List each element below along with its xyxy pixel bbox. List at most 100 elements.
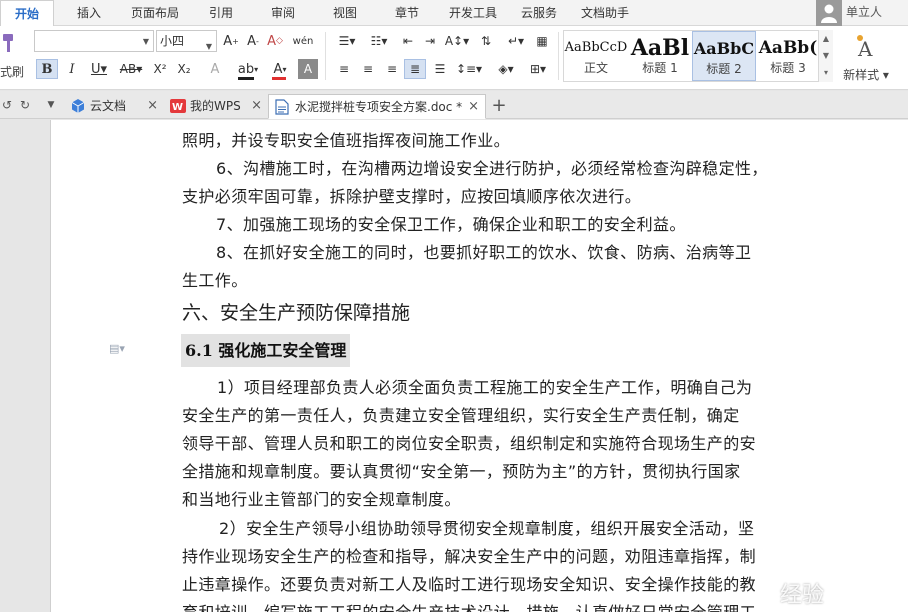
paragraph-line: 和当地行业主管部门的安全规章制度。: [182, 490, 461, 509]
menu-tab-page-layout[interactable]: 页面布局: [122, 0, 188, 26]
align-right-icon[interactable]: ≡: [382, 59, 402, 79]
menu-tab-insert[interactable]: 插入: [64, 0, 114, 26]
user-avatar-icon[interactable]: [816, 0, 842, 26]
table-border-icon[interactable]: ▦: [532, 31, 552, 51]
section-heading: 六、安全生产预防保障措施: [182, 302, 411, 324]
tab-title: 我的WPS: [190, 99, 241, 113]
style-gallery: AaBbCcD 正文 AaBl 标题 1 AaBbC 标题 2 AaBb( 标题…: [563, 30, 833, 82]
decrease-indent-icon[interactable]: ⇤: [398, 31, 418, 51]
highlight-color-button[interactable]: ab ▾: [234, 59, 262, 80]
font-name-select[interactable]: ▼: [34, 30, 154, 52]
font-size-value: 小四: [160, 34, 185, 48]
menu-tab-chapter[interactable]: 章节: [382, 0, 432, 26]
svg-text:W: W: [172, 102, 183, 113]
paragraph-line: 7、加强施工现场的安全保卫工作，确保企业和职工的安全利益。: [216, 215, 686, 234]
expand-gallery-icon[interactable]: ▾: [819, 64, 833, 81]
chevron-down-icon[interactable]: ▼: [819, 47, 833, 64]
wps-logo-icon: W: [170, 99, 186, 113]
tab-list-dropdown-icon[interactable]: ▼: [44, 95, 58, 115]
new-tab-button[interactable]: +: [490, 95, 508, 116]
cloud-docs-icon: [71, 99, 85, 113]
style-heading-2[interactable]: AaBbC 标题 2: [692, 31, 756, 81]
bullet-list-icon[interactable]: ☰▾: [332, 31, 362, 51]
style-normal[interactable]: AaBbCcD 正文: [564, 31, 628, 81]
menu-tab-review[interactable]: 审阅: [258, 0, 308, 26]
paragraph-line: 2）安全生产领导小组协助领导贯彻安全规章制度，组织开展安全活动，坚: [219, 519, 755, 538]
style-label: 标题 3: [770, 61, 806, 75]
paragraph-line: 8、在抓好安全施工的同时，也要抓好职工的饮水、饮食、防病、治病等卫: [216, 243, 752, 262]
tab-title: 云文档: [90, 99, 127, 113]
paragraph-line: 1）项目经理部负责人必须全面负责工程施工的安全生产工作，明确自己为: [217, 378, 753, 397]
style-heading-1[interactable]: AaBl 标题 1: [628, 31, 692, 81]
numbered-list-icon[interactable]: ☷▾: [364, 31, 394, 51]
clear-format-icon[interactable]: A ◇: [266, 31, 284, 51]
document-workspace[interactable]: 照明，并设专职安全值班指挥夜间施工作业。 6、沟槽施工时，在沟槽两边增设安全进行…: [0, 120, 908, 612]
border-icon[interactable]: ⊞▾: [524, 59, 552, 79]
format-painter-icon[interactable]: [0, 30, 16, 56]
character-shading-icon[interactable]: A: [298, 59, 318, 79]
document-file-icon: [275, 99, 289, 115]
distributed-align-icon[interactable]: ☰: [430, 59, 450, 79]
menu-tab-developer[interactable]: 开发工具: [442, 0, 504, 26]
menu-bar: 开始 插入 页面布局 引用 审阅 视图 章节 开发工具 云服务 文档助手 单立人: [0, 0, 908, 27]
font-size-select[interactable]: 小四 ▼: [156, 30, 217, 52]
style-label: 正文: [583, 61, 608, 75]
show-marks-icon[interactable]: ↵▾: [504, 31, 528, 51]
shrink-font-icon[interactable]: A-: [244, 31, 262, 51]
subsection-heading: 6.1 强化施工安全管理: [181, 334, 351, 367]
paragraph-line: 安全生产的第一责任人，负责建立安全管理组织，实行安全生产责任制，确定: [182, 406, 740, 425]
chinese-layout-icon[interactable]: A↕▾: [444, 31, 470, 51]
user-name[interactable]: 单立人: [846, 0, 882, 26]
menu-tab-doc-assistant[interactable]: 文档助手: [574, 0, 636, 26]
bold-button[interactable]: B: [36, 59, 58, 79]
align-left-icon[interactable]: ≡: [334, 59, 354, 79]
increase-indent-icon[interactable]: ⇥: [420, 31, 440, 51]
style-gallery-scroll[interactable]: ▲ ▼ ▾: [818, 30, 833, 82]
chevron-up-icon[interactable]: ▲: [819, 30, 833, 47]
grow-font-icon[interactable]: A +: [222, 31, 240, 51]
style-label: 标题 1: [642, 61, 678, 75]
italic-button[interactable]: I: [62, 59, 82, 79]
paragraph-layout-icon[interactable]: ▤▾: [109, 342, 125, 355]
tab-active-document[interactable]: 水泥搅拌桩专项安全方案.doc * ×: [268, 94, 486, 119]
chevron-down-icon: ▼: [142, 37, 149, 46]
undo-icon[interactable]: ↺: [0, 95, 14, 115]
text-effect-icon[interactable]: A: [204, 59, 226, 79]
align-center-icon[interactable]: ≡: [358, 59, 378, 79]
superscript-button[interactable]: X²: [150, 59, 170, 79]
redo-icon[interactable]: ↻: [18, 95, 32, 115]
subscript-button[interactable]: X₂: [174, 59, 194, 79]
paragraph-line: 育和培训，编写施工工程的安全生产技术设计、措施，认真做好日常安全管理工: [182, 599, 756, 612]
justify-icon[interactable]: ≣: [404, 59, 426, 79]
menu-tab-view[interactable]: 视图: [320, 0, 370, 26]
phonetic-guide-icon[interactable]: wén: [290, 31, 316, 51]
paragraph-line: 6、沟槽施工时，在沟槽两边增设安全进行防护，必须经常检查沟辟稳定性，: [216, 159, 768, 178]
paragraph-line: 照明，并设专职安全值班指挥夜间施工作业。: [182, 131, 511, 150]
menu-tab-home[interactable]: 开始: [0, 0, 54, 27]
divider: [325, 32, 326, 80]
close-icon[interactable]: ×: [251, 94, 262, 118]
style-heading-3[interactable]: AaBb( 标题 3: [756, 31, 820, 81]
menu-tab-cloud[interactable]: 云服务: [514, 0, 564, 26]
paragraph-line: 止违章操作。还要负责对新工人及临时工进行现场安全知识、安全操作技能的教: [182, 575, 757, 594]
close-icon[interactable]: ×: [468, 95, 479, 119]
style-label: 标题 2: [706, 62, 742, 76]
paragraph-shading-icon[interactable]: ◈▾: [492, 59, 520, 79]
paragraph-line: 支护必须牢固可靠，拆除护壁支撑时，应按回填顺序依次进行。: [182, 187, 642, 206]
sort-icon[interactable]: ⇅: [476, 31, 496, 51]
font-color-button[interactable]: A ▾: [266, 59, 294, 80]
document-page[interactable]: 照明，并设专职安全值班指挥夜间施工作业。 6、沟槽施工时，在沟槽两边增设安全进行…: [50, 120, 908, 612]
close-icon[interactable]: ×: [147, 94, 158, 118]
new-style-label: 新样式 ▾: [843, 68, 889, 82]
strikethrough-button[interactable]: AB▾: [116, 59, 146, 79]
tab-title: 水泥搅拌桩专项安全方案.doc *: [295, 100, 463, 114]
format-painter-label[interactable]: 式刷: [0, 63, 24, 80]
underline-button[interactable]: U▾: [86, 59, 112, 79]
line-spacing-icon[interactable]: ↕≡▾: [456, 59, 482, 79]
menu-tab-references[interactable]: 引用: [196, 0, 246, 26]
watermark-text: 经验: [780, 583, 825, 608]
new-style-button[interactable]: A 新样式 ▾: [838, 32, 894, 82]
tab-my-wps[interactable]: W 我的WPS ×: [164, 94, 268, 119]
style-sample: AaBbC: [693, 39, 755, 58]
tab-cloud-docs[interactable]: 云文档 ×: [64, 94, 164, 119]
